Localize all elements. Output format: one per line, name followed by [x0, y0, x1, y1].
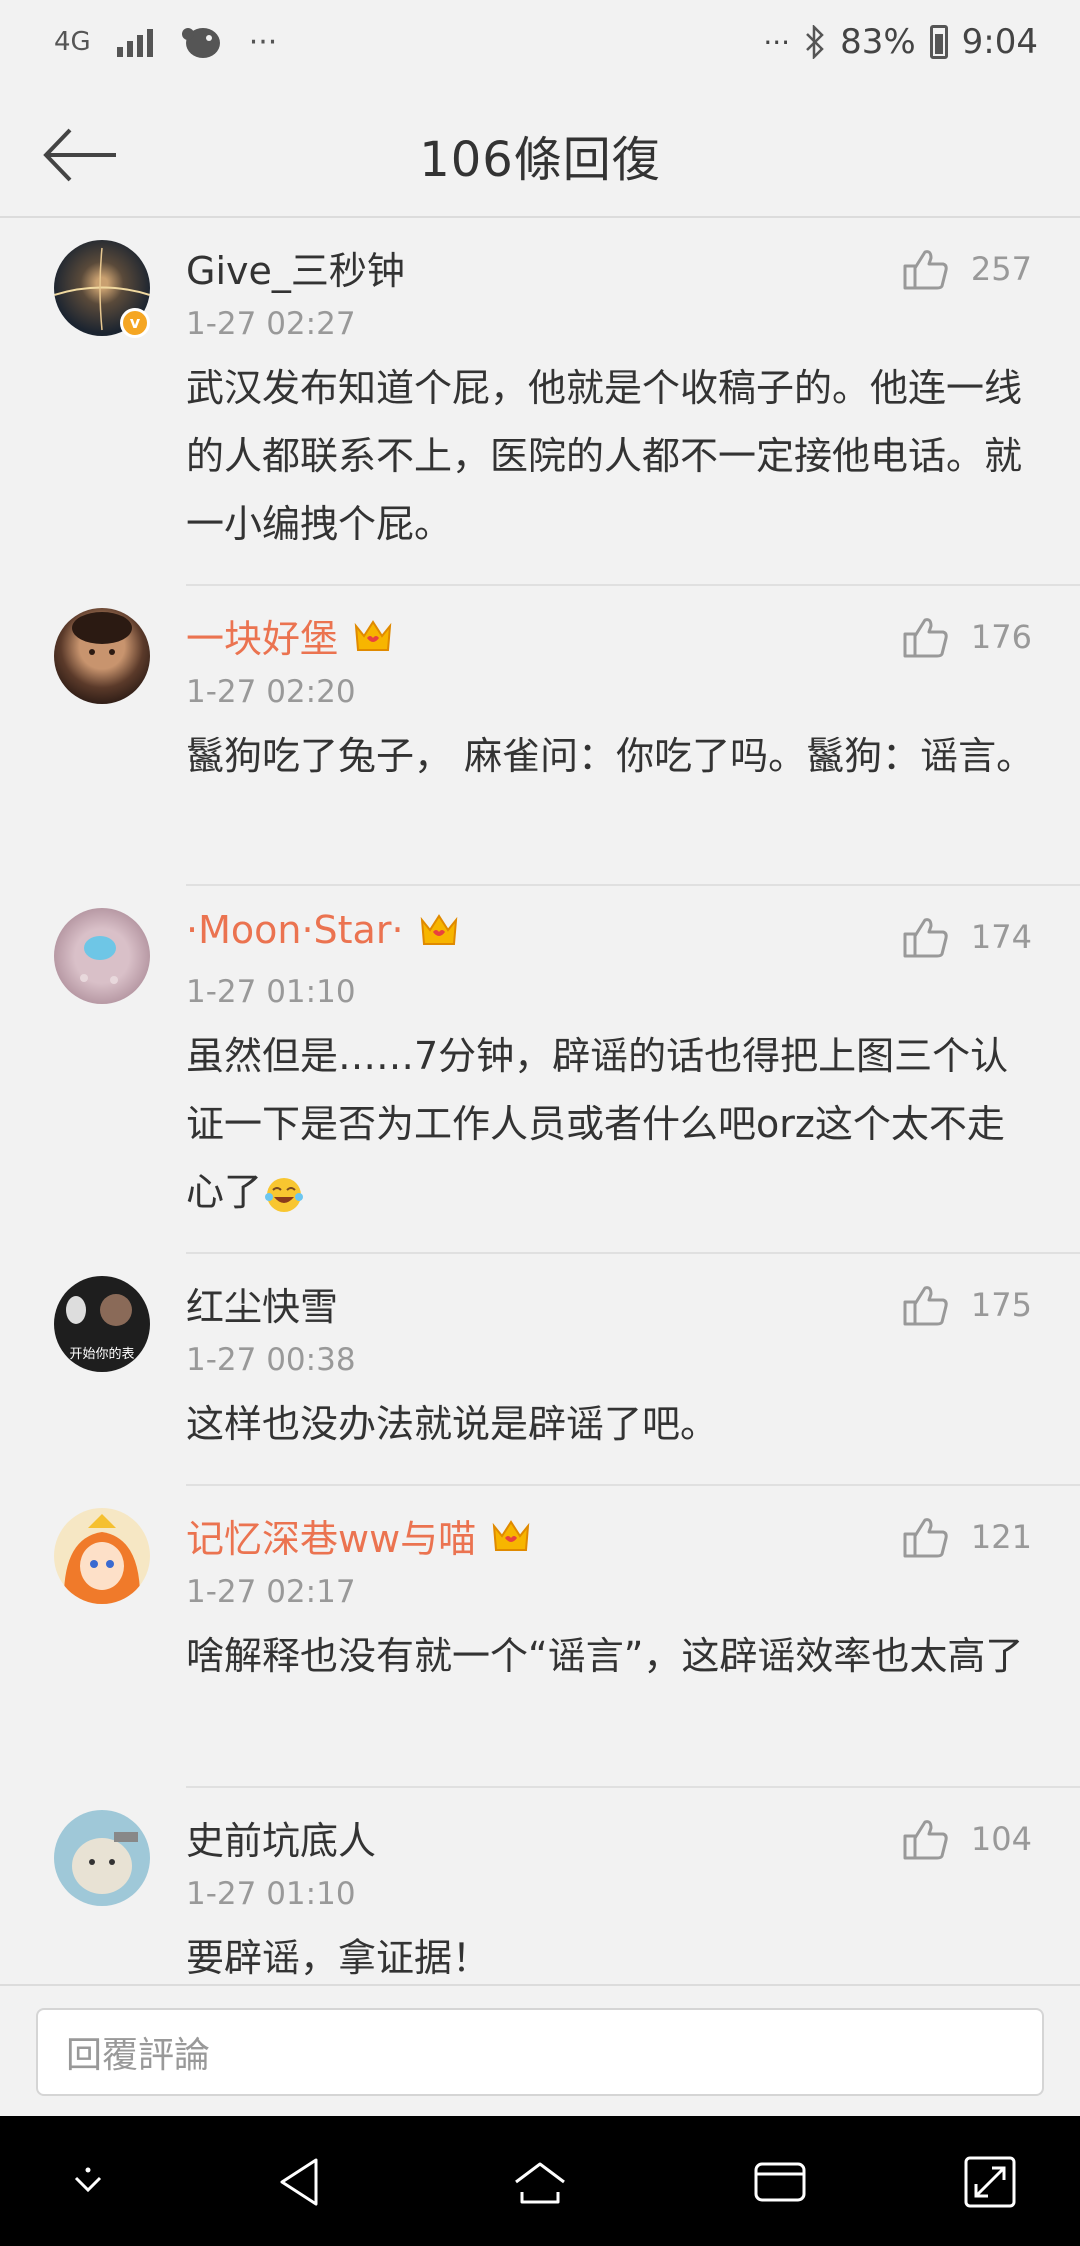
like-count: 104	[970, 1820, 1032, 1858]
avatar[interactable]	[54, 1508, 150, 1604]
clock: 9:04	[961, 22, 1038, 62]
comment-text: 要辟谣，拿证据！	[186, 1936, 491, 1980]
comment-time: 1-27 00:38	[186, 1342, 356, 1378]
vip-crown-icon	[420, 914, 457, 945]
thumbs-up-icon	[903, 1286, 948, 1326]
app-notification-icon	[181, 28, 220, 58]
like-count: 257	[970, 250, 1032, 288]
like-button[interactable]: 175	[901, 1282, 1032, 1328]
like-button[interactable]: 257	[901, 246, 1032, 292]
comment-time: 1-27 01:10	[186, 974, 356, 1010]
more-notifications: ···	[248, 24, 278, 60]
comment-time: 1-27 02:17	[186, 1574, 356, 1610]
comment-item: 史前坑底人 1-27 01:10 要辟谣，拿证据！ 104	[0, 1788, 1080, 1984]
like-count: 174	[970, 918, 1032, 956]
comment-item: 一块好堡 1-27 02:20 鬣狗吃了兔子， 麻雀问：你吃了吗。鬣狗：谣言。 …	[0, 586, 1080, 886]
hide-keyboard-icon[interactable]	[58, 2152, 118, 2212]
comment-list[interactable]: v Give_三秒钟 1-27 02:27 武汉发布知道个屁，他就是个收稿子的。…	[0, 218, 1080, 1984]
avatar-overlay-text: 开始你的表	[69, 1346, 134, 1362]
thumbs-up-icon	[903, 1820, 948, 1860]
like-count: 175	[970, 1286, 1032, 1324]
recent-apps-icon[interactable]	[750, 2152, 810, 2212]
avatar[interactable]	[54, 908, 150, 1004]
comment-username[interactable]: 记忆深巷ww与喵	[186, 1508, 532, 1563]
comment-item: v Give_三秒钟 1-27 02:27 武汉发布知道个屁，他就是个收稿子的。…	[0, 218, 1080, 586]
comment-time: 1-27 01:10	[186, 1876, 356, 1912]
battery-icon	[929, 25, 948, 59]
comment-text: 虽然但是……7分钟，辟谣的话也得把上图三个认证一下是否为工作人员或者什么吧orz…	[186, 1034, 1009, 1214]
comment-text: 啥解释也没有就一个“谣言”，这辟谣效率也太高了	[186, 1634, 1024, 1678]
like-button[interactable]: 121	[901, 1514, 1032, 1560]
status-right: ··· 83% 9:04	[763, 22, 1038, 62]
back-nav-icon[interactable]	[270, 2152, 330, 2212]
comment-time: 1-27 02:20	[186, 674, 356, 710]
verified-badge-icon: v	[120, 308, 150, 338]
reply-bar: 回覆評論	[0, 1984, 1080, 2116]
like-count: 121	[970, 1518, 1032, 1556]
thumbs-up-icon	[903, 1518, 948, 1558]
comment-username[interactable]: 红尘快雪	[186, 1276, 338, 1331]
thumbs-up-icon	[903, 618, 948, 658]
system-navigation-bar	[0, 2116, 1080, 2246]
avatar[interactable]	[54, 1810, 150, 1906]
thumbs-up-icon	[903, 250, 948, 290]
comment-item: 记忆深巷ww与喵 1-27 02:17 啥解释也没有就一个“谣言”，这辟谣效率也…	[0, 1486, 1080, 1788]
vip-crown-icon	[492, 1519, 530, 1551]
reply-input[interactable]: 回覆評論	[36, 2008, 1044, 2096]
expand-screen-icon[interactable]	[960, 2152, 1020, 2212]
avatar[interactable]	[54, 608, 150, 704]
comment-item: 开始你的表 红尘快雪 1-27 00:38 这样也没办法就说是辟谣了吧。 175	[0, 1254, 1080, 1486]
comment-text: 武汉发布知道个屁，他就是个收稿子的。他连一线的人都联系不上，医院的人都不一定接他…	[186, 366, 1023, 546]
like-count: 176	[970, 618, 1032, 656]
like-button[interactable]: 104	[901, 1816, 1032, 1862]
comment-text: 这样也没办法就说是辟谣了吧。	[186, 1402, 719, 1446]
comment-username[interactable]: 史前坑底人	[186, 1810, 376, 1865]
status-left: 4G ···	[54, 22, 277, 62]
like-button[interactable]: 176	[901, 614, 1032, 660]
network-type: 4G	[54, 27, 91, 57]
comment-username[interactable]: Give_三秒钟	[186, 240, 405, 295]
comment-item: ·Moon·Star· 1-27 01:10 虽然但是……7分钟，辟谣的话也得把…	[0, 886, 1080, 1254]
status-bar: 4G ··· ··· 83% 9:04	[0, 0, 1080, 90]
like-button[interactable]: 174	[901, 914, 1032, 960]
comment-username[interactable]: ·Moon·Star·	[186, 908, 460, 952]
thumbs-up-icon	[903, 918, 948, 958]
signal-icon	[116, 27, 153, 57]
more-status: ···	[763, 25, 791, 59]
nav-bar: 106條回復	[0, 90, 1080, 218]
laughing-crying-emoji-icon	[265, 1177, 304, 1212]
avatar[interactable]: 开始你的表	[54, 1276, 150, 1372]
page-title: 106條回復	[419, 132, 661, 188]
home-nav-icon[interactable]	[510, 2152, 570, 2212]
comment-time: 1-27 02:27	[186, 306, 356, 342]
comment-username[interactable]: 一块好堡	[186, 608, 394, 663]
battery-percent: 83%	[840, 22, 916, 62]
bluetooth-icon	[806, 25, 824, 59]
comment-text: 鬣狗吃了兔子， 麻雀问：你吃了吗。鬣狗：谣言。	[186, 734, 1035, 778]
vip-crown-icon	[354, 619, 392, 651]
